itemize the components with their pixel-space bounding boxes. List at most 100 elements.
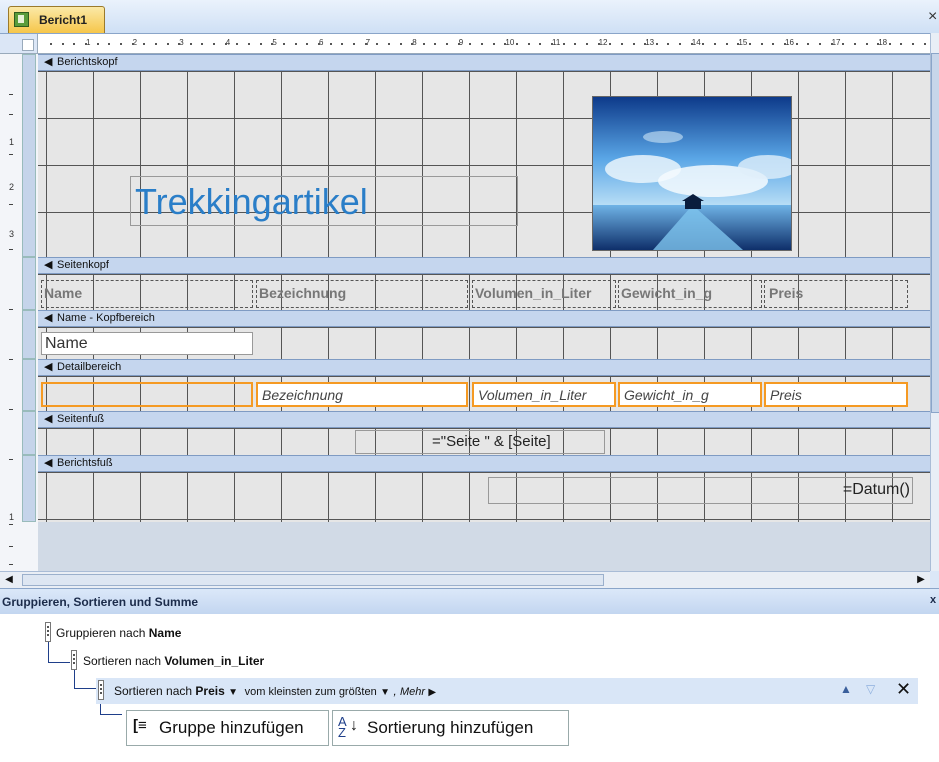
sort-prefix: Sortieren nach <box>83 654 162 668</box>
field-name[interactable]: Name <box>41 332 253 355</box>
vertical-scrollbar[interactable] <box>930 33 939 571</box>
ruler-tick <box>9 204 13 205</box>
section-header-kopfbereich[interactable]: ◀︎ Name - Kopfbereich <box>38 310 930 327</box>
ruler-tick <box>702 43 705 45</box>
report-design-area: 1 2 3 4 5 6 7 8 9 10 11 12 13 14 15 16 17 18 1231 ◀︎ Beric… <box>0 33 930 572</box>
ruler-tick <box>527 43 530 45</box>
sort-az-icon: AZ <box>338 714 347 740</box>
ruler-number: 2 <box>9 182 15 192</box>
move-down-icon[interactable]: ▽ <box>866 682 875 696</box>
drag-handle-icon[interactable] <box>71 650 77 670</box>
section-selector[interactable] <box>22 54 36 257</box>
report-selector[interactable] <box>0 34 38 54</box>
section-header-seitenfuss[interactable]: ◀︎ Seitenfuß <box>38 411 930 428</box>
move-up-icon[interactable]: ▲ <box>840 682 852 696</box>
page-number-field[interactable]: ="Seite " & [Seite] <box>355 430 605 454</box>
field-bezeichnung[interactable]: Bezeichnung <box>256 382 468 407</box>
delete-icon[interactable]: ✕ <box>896 679 911 700</box>
date-field[interactable]: =Datum() <box>488 477 913 504</box>
section-arrow-icon: ◀︎ <box>44 312 53 324</box>
sort-level-volumen[interactable]: Sortieren nach Volumen_in_Liter <box>83 654 264 668</box>
dropdown-arrow-icon[interactable]: ▼ <box>228 687 238 698</box>
tree-line <box>74 688 96 689</box>
field-text: Name <box>45 335 88 352</box>
vertical-scroll-thumb[interactable] <box>931 53 939 413</box>
label-name[interactable]: Name <box>41 280 253 308</box>
ruler-tick <box>714 43 717 45</box>
ruler-tick <box>329 43 332 45</box>
label-volumen[interactable]: Volumen_in_Liter <box>472 280 616 308</box>
horizontal-scroll-thumb[interactable] <box>22 574 604 586</box>
ruler-tick <box>84 43 87 45</box>
tab-bericht1[interactable]: Bericht1 <box>8 6 105 33</box>
ruler-tick <box>516 43 518 45</box>
field-preis[interactable]: Preis <box>764 382 908 407</box>
horizontal-ruler: 1 2 3 4 5 6 7 8 9 10 11 12 13 14 15 16 17 18 <box>38 34 930 54</box>
more-link[interactable]: Mehr <box>400 686 425 698</box>
ruler-tick <box>73 43 76 45</box>
ruler-number: 3 <box>9 229 15 239</box>
field-volumen[interactable]: Volumen_in_Liter <box>472 382 616 407</box>
sort-prefix: Sortieren nach <box>114 684 193 698</box>
section-label: Berichtskopf <box>57 56 118 68</box>
label-preis[interactable]: Preis <box>764 280 908 308</box>
ruler-tick <box>865 43 868 45</box>
section-selector[interactable] <box>22 455 36 522</box>
field-gewicht[interactable]: Gewicht_in_g <box>618 382 762 407</box>
section-header-detailbereich[interactable]: ◀︎ Detailbereich <box>38 359 930 376</box>
close-icon[interactable]: × <box>928 8 937 26</box>
add-sort-button[interactable]: AZ ↓ Sortierung hinzufügen <box>332 710 569 746</box>
sort-order[interactable]: vom kleinsten zum größten <box>245 686 377 698</box>
ruler-number: 11 <box>552 38 561 47</box>
ruler-tick <box>457 43 460 45</box>
section-selector[interactable] <box>22 411 36 455</box>
report-title-box[interactable]: Trekkingartikel <box>130 176 518 226</box>
document-tab-bar: Bericht1 × <box>0 0 939 33</box>
add-group-icon: [≡ <box>133 717 147 734</box>
drag-handle-icon[interactable] <box>98 680 104 700</box>
ruler-tick <box>795 43 798 45</box>
section-selector[interactable] <box>22 359 36 411</box>
field-text: Gewicht_in_g <box>624 387 709 403</box>
sort-field[interactable]: Preis <box>195 684 224 698</box>
ruler-tick <box>108 43 111 45</box>
tab-label: Bericht1 <box>39 13 88 27</box>
label-gewicht[interactable]: Gewicht_in_g <box>618 280 762 308</box>
ruler-tick <box>900 43 903 45</box>
ruler-number: 13 <box>645 38 655 47</box>
section-header-berichtsfuss[interactable]: ◀︎ Berichtsfuß <box>38 455 930 472</box>
sort-field: Volumen_in_Liter <box>164 654 265 668</box>
ruler-number: 15 <box>738 38 748 47</box>
field-text: ="Seite " & [Seite] <box>432 433 551 450</box>
ruler-tick <box>119 43 122 45</box>
field-text: Preis <box>770 387 802 403</box>
ruler-tick <box>818 43 821 45</box>
drag-handle-icon[interactable] <box>45 622 51 642</box>
section-header-seitenkopf[interactable]: ◀︎ Seitenkopf <box>38 257 930 274</box>
group-level-name[interactable]: Gruppieren nach Name <box>56 626 181 640</box>
horizontal-scrollbar[interactable]: ◀ ▶ <box>0 571 930 588</box>
section-selector[interactable] <box>22 257 36 310</box>
section-selector[interactable] <box>22 310 36 359</box>
ruler-tick <box>539 43 542 45</box>
section-arrow-icon: ◀︎ <box>44 413 53 425</box>
dropdown-arrow-icon[interactable]: ▼ <box>380 687 390 698</box>
add-group-button[interactable]: [≡ Gruppe hinzufügen <box>126 710 329 746</box>
ruler-tick <box>446 43 449 45</box>
report-image[interactable] <box>592 96 792 251</box>
ruler-tick <box>597 43 600 45</box>
ruler-tick <box>154 43 157 45</box>
ruler-number: 18 <box>878 38 888 47</box>
ruler-tick <box>655 43 658 45</box>
scroll-left-icon[interactable]: ◀ <box>2 573 16 587</box>
pane-close-icon[interactable]: x <box>930 594 936 606</box>
scroll-right-icon[interactable]: ▶ <box>914 573 928 587</box>
section-label: Seitenfuß <box>57 413 105 425</box>
ruler-tick <box>9 359 13 360</box>
sort-level-preis[interactable]: Sortieren nach Preis ▼ vom kleinsten zum… <box>96 678 918 704</box>
section-header-berichtskopf[interactable]: ◀︎ Berichtskopf <box>38 54 930 71</box>
label-bezeichnung[interactable]: Bezeichnung <box>256 280 468 308</box>
field-name-detail[interactable] <box>41 382 253 407</box>
add-sort-label: Sortierung hinzufügen <box>367 718 534 737</box>
tree-line <box>100 714 122 715</box>
